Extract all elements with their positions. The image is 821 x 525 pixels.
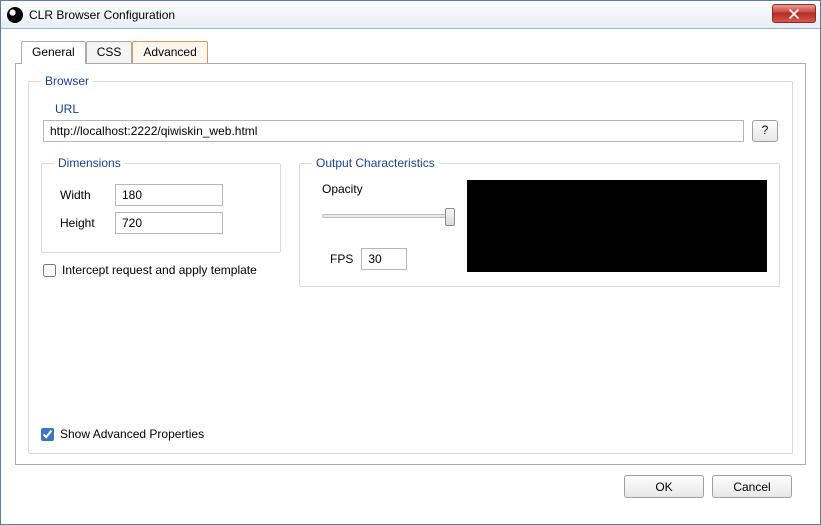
url-label: URL — [55, 102, 780, 116]
preview-area — [467, 180, 767, 272]
window-title: CLR Browser Configuration — [29, 8, 175, 22]
show-advanced-label: Show Advanced Properties — [60, 427, 204, 441]
slider-track — [322, 214, 453, 218]
dialog-window: CLR Browser Configuration General CSS Ad… — [0, 0, 821, 525]
dialog-footer: OK Cancel — [15, 465, 806, 510]
output-body: Opacity FPS — [312, 178, 767, 274]
ok-button[interactable]: OK — [624, 475, 704, 498]
fps-label: FPS — [330, 252, 353, 266]
output-controls: Opacity FPS — [312, 178, 455, 274]
spacer — [41, 287, 780, 417]
fieldset-dimensions: Dimensions Width Height — [41, 156, 281, 253]
width-row: Width — [54, 184, 268, 206]
show-advanced-row: Show Advanced Properties — [41, 427, 780, 441]
app-icon — [7, 7, 23, 23]
opacity-label: Opacity — [322, 182, 455, 196]
height-label: Height — [60, 216, 115, 230]
height-row: Height — [54, 212, 268, 234]
titlebar: CLR Browser Configuration — [1, 1, 820, 29]
dialog-body: General CSS Advanced Browser URL ? Dimen… — [1, 29, 820, 524]
intercept-checkbox[interactable] — [43, 264, 56, 277]
dimensions-column: Dimensions Width Height — [41, 156, 281, 277]
fieldset-output: Output Characteristics Opacity FPS — [299, 156, 780, 287]
intercept-label: Intercept request and apply template — [62, 263, 257, 277]
width-label: Width — [60, 188, 115, 202]
mid-row: Dimensions Width Height — [41, 156, 780, 287]
tab-advanced[interactable]: Advanced — [132, 41, 207, 63]
fieldset-browser: Browser URL ? Dimensions Width — [28, 74, 793, 454]
intercept-row: Intercept request and apply template — [43, 263, 281, 277]
tab-css[interactable]: CSS — [86, 41, 133, 63]
width-input[interactable] — [115, 184, 223, 206]
tab-pane-general: Browser URL ? Dimensions Width — [15, 63, 806, 465]
fieldset-output-legend: Output Characteristics — [312, 156, 439, 170]
tab-general[interactable]: General — [21, 41, 86, 64]
fieldset-browser-legend: Browser — [41, 74, 93, 88]
url-help-button[interactable]: ? — [752, 120, 778, 142]
close-button[interactable] — [772, 4, 816, 23]
fps-input[interactable] — [361, 248, 407, 270]
tab-strip: General CSS Advanced — [21, 41, 806, 63]
url-input[interactable] — [43, 120, 744, 142]
opacity-slider[interactable] — [320, 206, 455, 230]
fps-row: FPS — [330, 248, 455, 270]
slider-thumb[interactable] — [445, 208, 455, 226]
show-advanced-checkbox[interactable] — [41, 428, 54, 441]
fieldset-dimensions-legend: Dimensions — [54, 156, 125, 170]
cancel-button[interactable]: Cancel — [712, 475, 792, 498]
close-icon — [788, 9, 800, 19]
height-input[interactable] — [115, 212, 223, 234]
url-row: ? — [43, 120, 778, 142]
